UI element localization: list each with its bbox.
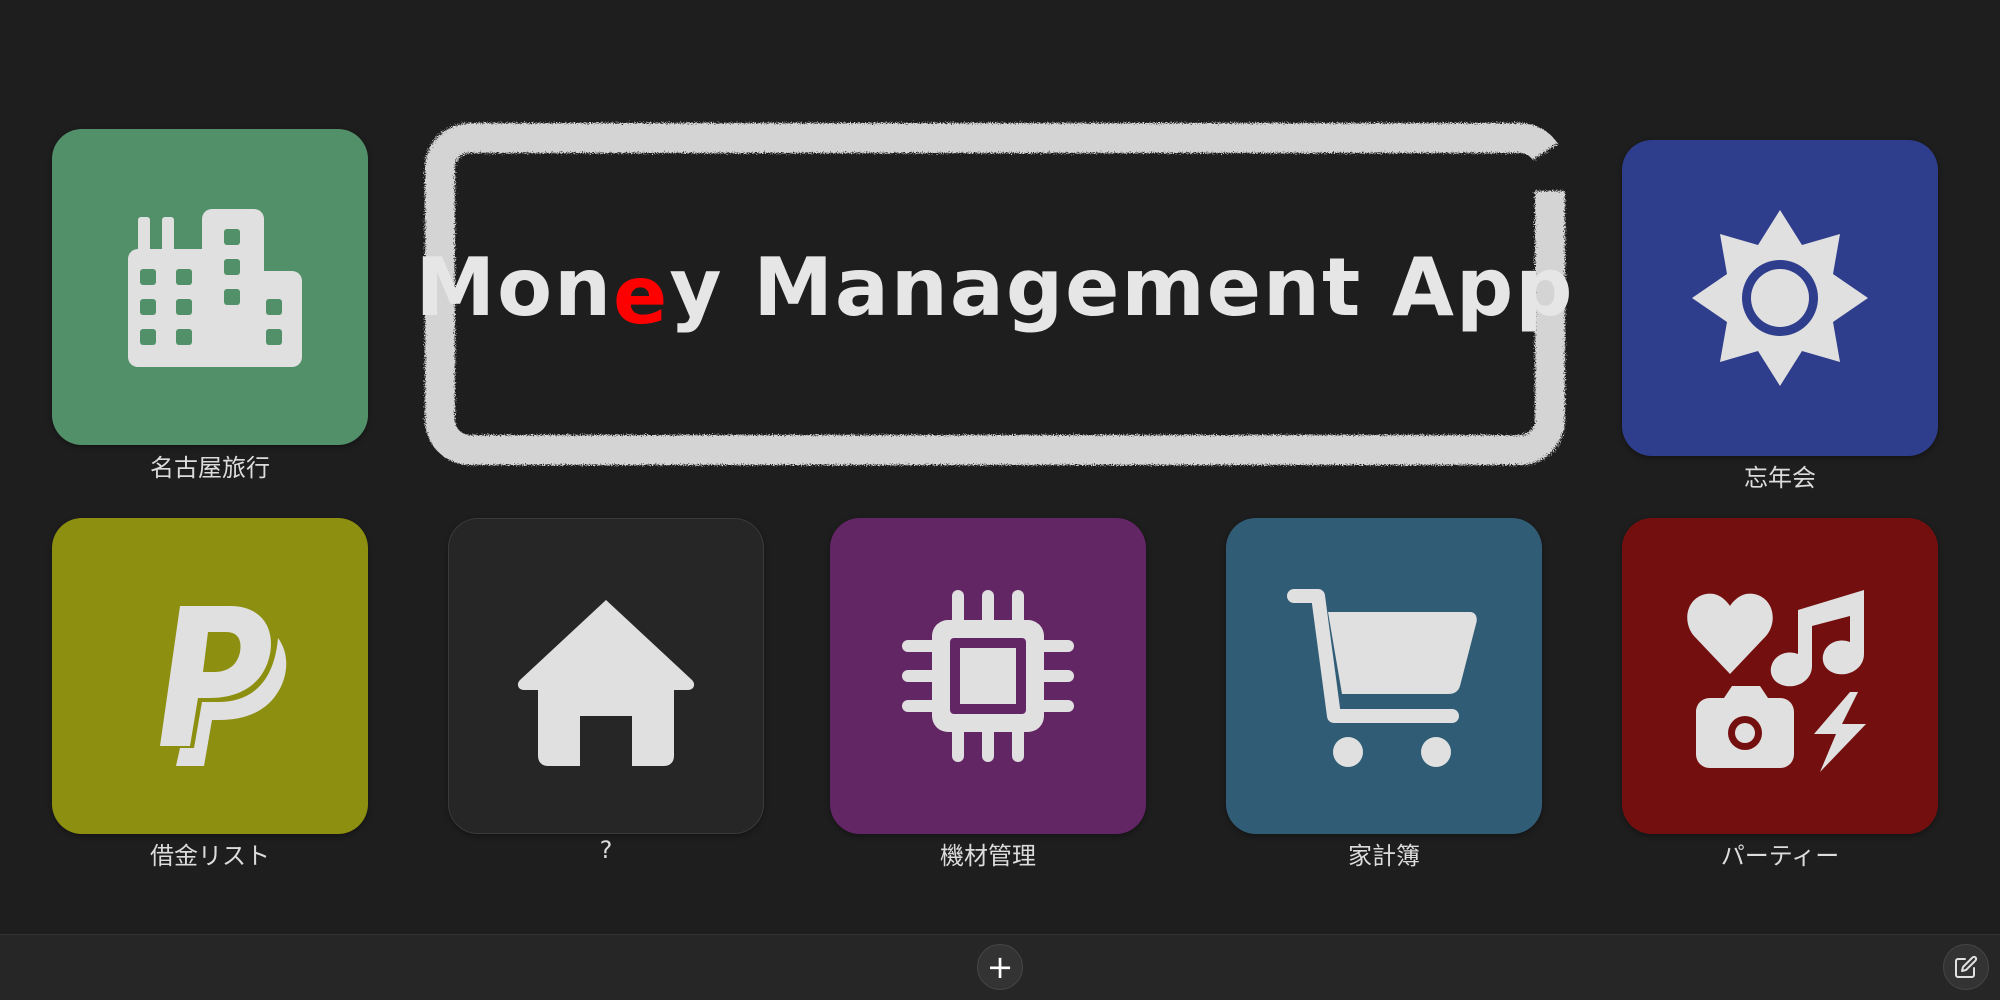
tile-unknown[interactable] (448, 518, 764, 834)
title-part-2: y Management App (669, 241, 1572, 334)
title-frame-graphic: Money Management App (416, 123, 1572, 465)
app-title: Money Management App (418, 241, 1572, 342)
icons-icon (1687, 590, 1866, 772)
tile-nagoya-trip[interactable] (52, 129, 368, 445)
app-title-banner: Money Management App (416, 120, 1572, 470)
heart-icon (1687, 593, 1773, 674)
tile-label[interactable]: 機材管理 (830, 836, 1146, 871)
title-part-1: Mon (418, 241, 613, 334)
tile-label[interactable]: 借金リスト (52, 836, 368, 871)
edit-button[interactable] (1943, 944, 1989, 990)
paypal-icon (160, 606, 287, 766)
tile-label[interactable]: 家計簿 (1226, 836, 1542, 871)
plus-icon: + (986, 948, 1014, 986)
music-icon (1770, 590, 1864, 687)
tile-label[interactable]: 忘年会 (1622, 458, 1938, 493)
microchip-icon (902, 590, 1074, 762)
tile-label[interactable]: 名古屋旅行 (52, 448, 368, 483)
tile-household-budget[interactable] (1226, 518, 1542, 834)
tile-debt-list[interactable] (52, 518, 368, 834)
tile-label[interactable]: パーティー (1622, 836, 1938, 871)
cart-icon (1287, 589, 1477, 767)
tile-equipment[interactable] (830, 518, 1146, 834)
edit-icon (1955, 955, 1978, 978)
bolt-icon (1814, 692, 1866, 772)
add-button[interactable]: + (977, 944, 1023, 990)
house-icon (517, 600, 695, 766)
building-icon (128, 209, 302, 367)
tile-year-end-party[interactable] (1622, 140, 1938, 456)
tile-party[interactable] (1622, 518, 1938, 834)
tile-label[interactable]: ? (448, 836, 764, 864)
title-highlight: e (613, 249, 669, 342)
sun-icon (1692, 210, 1868, 386)
